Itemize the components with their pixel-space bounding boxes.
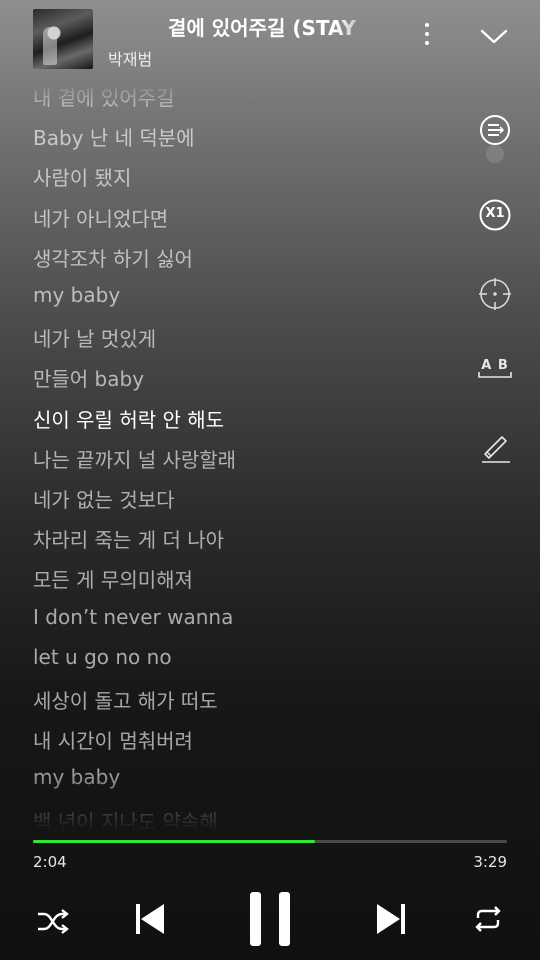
- lyric-line[interactable]: 세상이 돌고 해가 떠도: [33, 685, 218, 714]
- lyric-line[interactable]: 네가 날 멋있게: [33, 323, 156, 352]
- more-icon[interactable]: [416, 20, 438, 50]
- song-title: 곁에 있어주길 (STAY: [168, 16, 357, 40]
- elapsed-time: 2:04: [33, 853, 67, 871]
- lyric-line[interactable]: I don’t never wanna: [33, 605, 233, 629]
- lyric-line[interactable]: 모든 게 무의미해져: [33, 564, 193, 593]
- pause-icon[interactable]: [250, 892, 292, 946]
- progress-fill[interactable]: [33, 840, 316, 843]
- lyrics-panel[interactable]: 내 곁에 있어주길 Baby 난 네 덕분에사람이 됐지네가 아니었다면생각조차 …: [33, 80, 453, 832]
- lyric-line[interactable]: 차라리 죽는 게 더 나아: [33, 524, 224, 553]
- lyric-line[interactable]: 백 년이 지나도 약속해: [33, 806, 218, 832]
- lyric-line[interactable]: 생각조차 하기 싫어: [33, 243, 193, 272]
- playlist-toggle-icon[interactable]: [478, 114, 512, 163]
- previous-icon[interactable]: [134, 902, 166, 936]
- album-art[interactable]: [33, 9, 93, 69]
- lyric-line[interactable]: 네가 아니었다면: [33, 203, 168, 232]
- lyric-line[interactable]: 나는 끝까지 널 사랑할래: [33, 444, 236, 473]
- repeat-icon[interactable]: [472, 904, 504, 934]
- lyric-line[interactable]: 내 곁에 있어주길: [33, 82, 175, 111]
- lyric-line-active[interactable]: 신이 우릴 허락 안 해도: [33, 404, 224, 433]
- artist-name[interactable]: 박재범: [108, 46, 152, 70]
- speed-icon[interactable]: X1: [478, 198, 512, 232]
- lyric-line[interactable]: Baby 난 네 덕분에: [33, 122, 195, 151]
- lyric-line[interactable]: my baby: [33, 283, 120, 307]
- total-duration: 3:29: [473, 853, 507, 871]
- focus-icon[interactable]: [478, 277, 512, 311]
- lyric-line[interactable]: 만들어 baby: [33, 363, 144, 392]
- lyric-line[interactable]: 내 시간이 멈춰버려: [33, 725, 193, 754]
- shuffle-icon[interactable]: [36, 906, 70, 936]
- lyric-line[interactable]: 사람이 됐지: [33, 162, 131, 191]
- pen-icon[interactable]: [478, 430, 512, 464]
- next-icon[interactable]: [375, 902, 407, 936]
- lyric-line[interactable]: 네가 없는 것보다: [33, 484, 175, 513]
- lyric-line[interactable]: let u go no no: [33, 645, 172, 669]
- translate-icon[interactable]: A B: [478, 356, 512, 390]
- speed-label: X1: [485, 206, 505, 221]
- lyric-line[interactable]: my baby: [33, 765, 120, 789]
- chevron-down-icon[interactable]: [478, 24, 510, 48]
